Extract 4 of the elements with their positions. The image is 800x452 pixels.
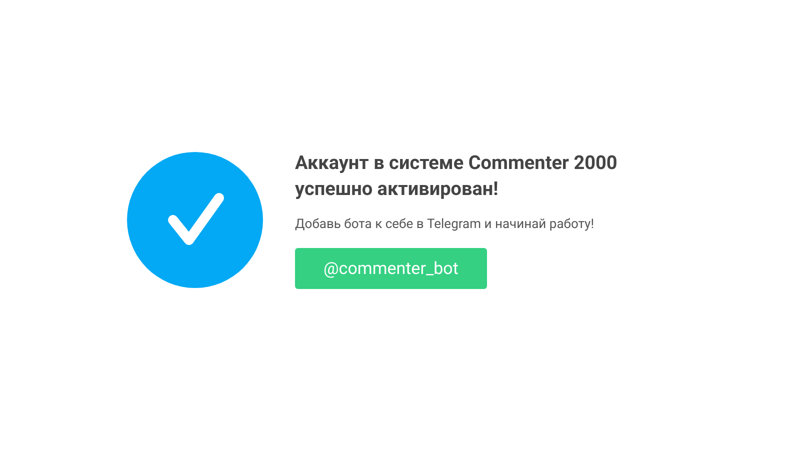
success-title: Аккаунт в системе Commenter 2000 успешно активирован! (295, 150, 618, 202)
bot-link-button[interactable]: @commenter_bot (295, 248, 487, 289)
instruction-text: Добавь бота к себе в Telegram и начинай работу! (295, 217, 594, 232)
checkmark-icon (127, 152, 263, 288)
